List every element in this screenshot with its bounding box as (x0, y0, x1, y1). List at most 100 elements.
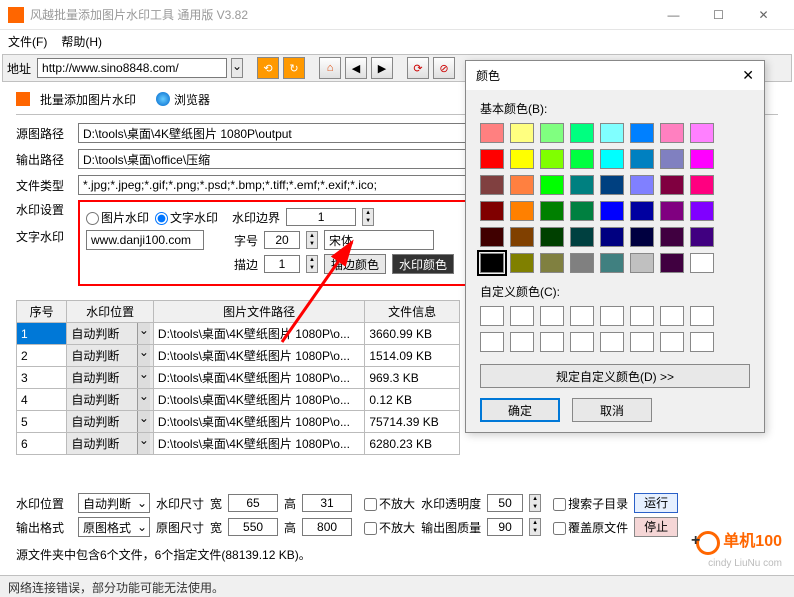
color-swatch[interactable] (570, 175, 594, 195)
wm-color-button[interactable]: 水印颜色 (392, 254, 454, 274)
row-position-combo[interactable]: 自动判断 (67, 323, 154, 345)
orig-width-input[interactable] (228, 518, 278, 536)
define-custom-button[interactable]: 规定自定义颜色(D) >> (480, 364, 750, 388)
margin-spinner[interactable]: ▲▼ (362, 208, 374, 226)
wm-height-input[interactable] (302, 494, 352, 512)
row-index[interactable]: 3 (17, 367, 67, 389)
row-path[interactable]: D:\tools\桌面\4K壁纸图片 1080P\o... (153, 389, 364, 411)
row-position-combo[interactable]: 自动判断 (67, 367, 154, 389)
row-path[interactable]: D:\tools\桌面\4K壁纸图片 1080P\o... (153, 433, 364, 455)
color-swatch[interactable] (540, 149, 564, 169)
color-swatch[interactable] (690, 149, 714, 169)
row-index[interactable]: 5 (17, 411, 67, 433)
back-icon[interactable]: ◀ (345, 57, 367, 79)
color-swatch[interactable] (510, 201, 534, 221)
row-index[interactable]: 6 (17, 433, 67, 455)
custom-swatch[interactable] (630, 332, 654, 352)
color-swatch[interactable] (600, 175, 624, 195)
th-index[interactable]: 序号 (17, 301, 67, 323)
color-swatch[interactable] (660, 227, 684, 247)
color-swatch[interactable] (540, 175, 564, 195)
custom-swatch[interactable] (510, 306, 534, 326)
wm-pos-combo[interactable]: 自动判断 (78, 493, 150, 513)
color-swatch[interactable] (570, 201, 594, 221)
color-swatch[interactable] (660, 201, 684, 221)
color-swatch[interactable] (600, 201, 624, 221)
tab-browser[interactable]: 浏览器 (156, 91, 210, 108)
color-dialog-close-icon[interactable]: ✕ (742, 67, 754, 84)
custom-swatch[interactable] (480, 306, 504, 326)
custom-swatch[interactable] (570, 332, 594, 352)
row-index[interactable]: 2 (17, 345, 67, 367)
refresh-icon[interactable]: ⟳ (407, 57, 429, 79)
row-position-combo[interactable]: 自动判断 (67, 389, 154, 411)
custom-swatch[interactable] (660, 306, 684, 326)
fontsize-spinner[interactable]: ▲▼ (306, 231, 318, 249)
font-name-input[interactable] (324, 230, 434, 250)
color-swatch[interactable] (570, 123, 594, 143)
color-swatch[interactable] (510, 227, 534, 247)
noscale2-checkbox[interactable]: 不放大 (358, 519, 415, 536)
opacity-spinner[interactable]: ▲▼ (529, 494, 541, 512)
row-path[interactable]: D:\tools\桌面\4K壁纸图片 1080P\o... (153, 345, 364, 367)
nav-btn-2[interactable]: ↻ (283, 57, 305, 79)
color-swatch[interactable] (480, 175, 504, 195)
row-index[interactable]: 4 (17, 389, 67, 411)
custom-swatch[interactable] (570, 306, 594, 326)
quality-input[interactable] (487, 518, 523, 536)
custom-swatch[interactable] (690, 332, 714, 352)
color-swatch[interactable] (480, 201, 504, 221)
color-swatch[interactable] (630, 175, 654, 195)
row-position-combo[interactable]: 自动判断 (67, 345, 154, 367)
opacity-input[interactable] (487, 494, 523, 512)
maximize-button[interactable]: ☐ (696, 0, 741, 30)
custom-swatch[interactable] (480, 332, 504, 352)
color-swatch[interactable] (660, 175, 684, 195)
color-swatch[interactable] (630, 253, 654, 273)
radio-image-wm[interactable]: 图片水印 (86, 209, 149, 226)
color-swatch[interactable] (510, 149, 534, 169)
tab-watermark[interactable]: 批量添加图片水印 (36, 91, 140, 108)
color-swatch[interactable] (660, 123, 684, 143)
out-path-input[interactable] (78, 149, 478, 169)
custom-swatch[interactable] (600, 306, 624, 326)
forward-icon[interactable]: ▶ (371, 57, 393, 79)
stroke-spinner[interactable]: ▲▼ (306, 255, 318, 273)
color-swatch[interactable] (630, 201, 654, 221)
color-swatch[interactable] (660, 149, 684, 169)
color-swatch[interactable] (540, 227, 564, 247)
th-position[interactable]: 水印位置 (67, 301, 154, 323)
color-swatch[interactable] (570, 149, 594, 169)
color-swatch[interactable] (600, 253, 624, 273)
custom-swatch[interactable] (510, 332, 534, 352)
home-icon[interactable]: ⌂ (319, 57, 341, 79)
addr-dropdown[interactable]: ⌄ (231, 58, 243, 78)
th-path[interactable]: 图片文件路径 (153, 301, 364, 323)
stroke-color-button[interactable]: 描边颜色 (324, 254, 386, 274)
radio-text-wm[interactable]: 文字水印 (155, 209, 218, 226)
color-swatch[interactable] (540, 201, 564, 221)
custom-swatch[interactable] (660, 332, 684, 352)
color-swatch[interactable] (510, 123, 534, 143)
custom-swatch[interactable] (690, 306, 714, 326)
color-swatch[interactable] (690, 175, 714, 195)
color-cancel-button[interactable]: 取消 (572, 398, 652, 422)
color-swatch[interactable] (630, 227, 654, 247)
row-path[interactable]: D:\tools\桌面\4K壁纸图片 1080P\o... (153, 411, 364, 433)
custom-swatch[interactable] (540, 306, 564, 326)
stop-icon[interactable]: ⊘ (433, 57, 455, 79)
color-swatch[interactable] (480, 253, 504, 273)
color-swatch[interactable] (660, 253, 684, 273)
custom-swatch[interactable] (630, 306, 654, 326)
color-swatch[interactable] (480, 227, 504, 247)
minimize-button[interactable]: — (651, 0, 696, 30)
custom-swatch[interactable] (600, 332, 624, 352)
color-swatch[interactable] (510, 175, 534, 195)
color-swatch[interactable] (570, 227, 594, 247)
run-button[interactable]: 运行 (634, 493, 678, 513)
wm-width-input[interactable] (228, 494, 278, 512)
color-swatch[interactable] (630, 123, 654, 143)
search-sub-checkbox[interactable]: 搜索子目录 (547, 495, 628, 512)
row-position-combo[interactable]: 自动判断 (67, 411, 154, 433)
row-path[interactable]: D:\tools\桌面\4K壁纸图片 1080P\o... (153, 367, 364, 389)
